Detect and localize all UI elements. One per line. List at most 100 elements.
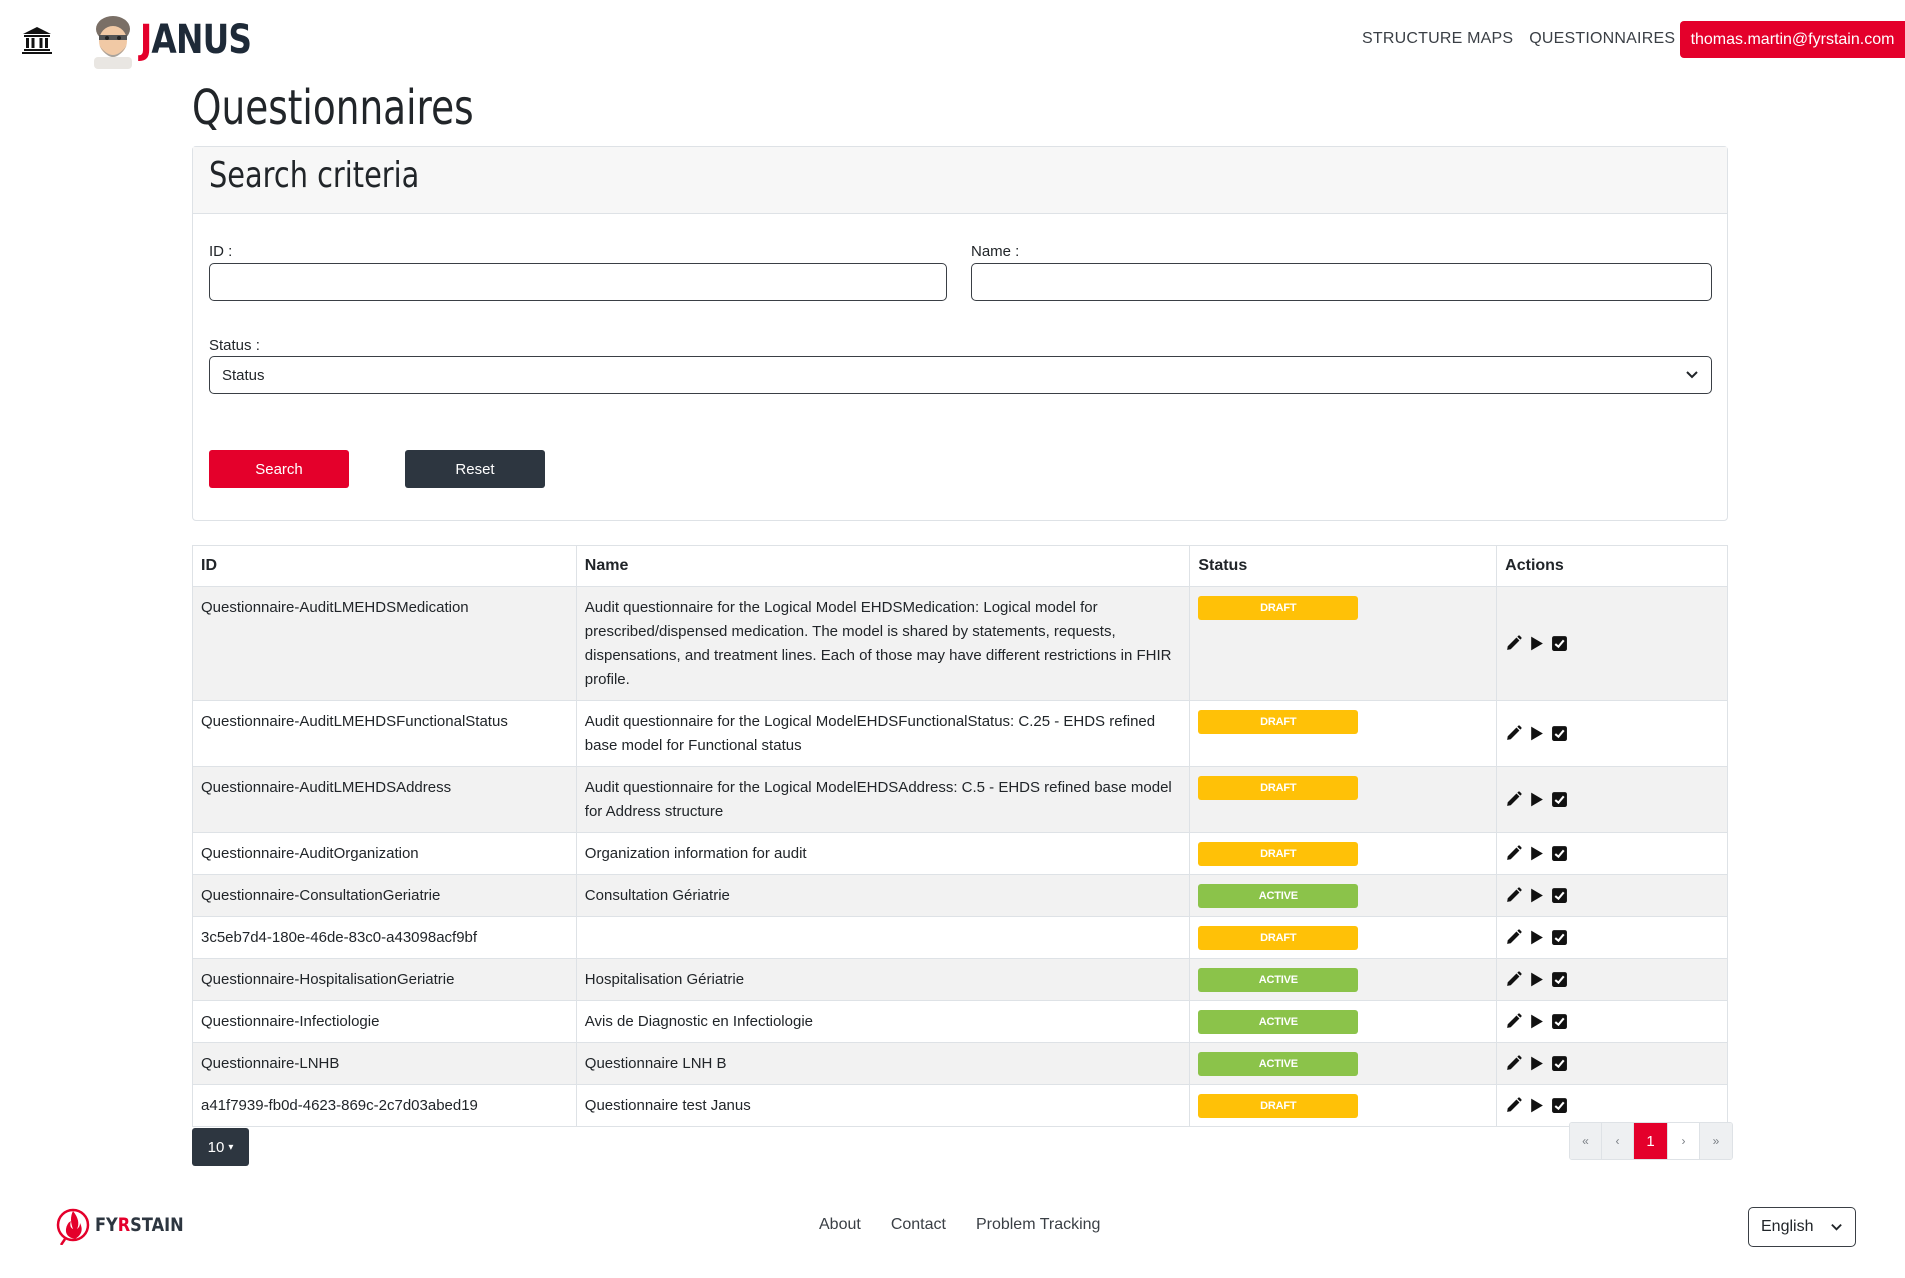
header-status[interactable]: Status [1189,545,1498,587]
cell-actions [1496,958,1728,1001]
first-page-button[interactable]: « [1570,1123,1602,1159]
chevron-down-icon [1686,371,1698,379]
search-button[interactable]: Search [209,450,349,488]
fyrstain-logo[interactable]: FYRSTAIN [55,1205,199,1245]
table-row: Questionnaire-AuditLMEHDSFunctionalStatu… [192,700,1728,767]
play-icon[interactable] [1528,1055,1545,1072]
name-label: Name : [971,243,1020,260]
cell-status: ACTIVE [1189,958,1498,1001]
pencil-icon[interactable] [1505,635,1522,652]
cell-actions [1496,1042,1728,1085]
pencil-icon[interactable] [1505,845,1522,862]
table-row: Questionnaire-Infectiologie Avis de Diagn… [192,1000,1728,1043]
cell-name [575,916,1191,959]
cell-name: Consultation Gériatrie [575,874,1191,917]
janus-logo[interactable]: JANUS [90,10,276,70]
table-row: Questionnaire-AuditOrganization Organizat… [192,832,1728,875]
play-icon[interactable] [1528,971,1545,988]
pencil-icon[interactable] [1505,1055,1522,1072]
prev-page-button[interactable]: ‹ [1602,1123,1634,1159]
play-icon[interactable] [1528,845,1545,862]
checkbox-icon[interactable] [1551,1097,1568,1114]
cell-name: Audit questionnaire for the Logical Mode… [575,700,1191,767]
user-menu-button[interactable]: thomas.martin@fyrstain.com [1680,21,1905,58]
table-row: Questionnaire-AuditLMEHDSMedication Audit… [192,586,1728,701]
cell-id: 3c5eb7d4-180e-46de-83c0-a43098acf9bf [192,916,577,959]
name-input[interactable] [971,263,1712,301]
play-icon[interactable] [1528,1013,1545,1030]
cell-actions [1496,1084,1728,1127]
reset-button[interactable]: Reset [405,450,545,488]
footer-about-link[interactable]: About [819,1216,861,1234]
row-actions [1505,1097,1719,1114]
play-icon[interactable] [1528,1097,1545,1114]
table-row: Questionnaire-AuditLMEHDSAddress Audit qu… [192,766,1728,833]
cell-actions [1496,586,1728,701]
footer-contact-link[interactable]: Contact [891,1216,946,1234]
checkbox-icon[interactable] [1551,791,1568,808]
cell-status: ACTIVE [1189,1000,1498,1043]
footer-problem-tracking-link[interactable]: Problem Tracking [976,1216,1101,1234]
nav-structure-maps[interactable]: STRUCTURE MAPS [1362,30,1513,48]
table-row: Questionnaire-LNHB Questionnaire LNH B ACT… [192,1042,1728,1085]
row-actions [1505,1055,1719,1072]
pencil-icon[interactable] [1505,971,1522,988]
questionnaires-table: ID Name Status Actions Questionnaire-Aud… [192,545,1728,1127]
search-card-title: Search criteria [209,155,420,196]
checkbox-icon[interactable] [1551,845,1568,862]
nav-questionnaires[interactable]: QUESTIONNAIRES [1529,30,1675,48]
cell-status: ACTIVE [1189,1042,1498,1085]
pencil-icon[interactable] [1505,1013,1522,1030]
play-icon[interactable] [1528,929,1545,946]
footer-brand-name: FYRSTAIN [95,1214,184,1236]
row-actions [1505,971,1719,988]
current-page-button[interactable]: 1 [1634,1123,1668,1159]
id-input[interactable] [209,263,947,301]
cell-id: Questionnaire-AuditOrganization [192,832,577,875]
next-page-button[interactable]: › [1668,1123,1700,1159]
cell-id: Questionnaire-AuditLMEHDSMedication [192,586,577,701]
checkbox-icon[interactable] [1551,1013,1568,1030]
cell-name: Avis de Diagnostic en Infectiologie [575,1000,1191,1043]
cell-id: a41f7939-fb0d-4623-869c-2c7d03abed19 [192,1084,577,1127]
cell-id: Questionnaire-LNHB [192,1042,577,1085]
page-size-dropdown[interactable]: 10 ▾ [192,1128,249,1166]
row-actions [1505,929,1719,946]
pencil-icon[interactable] [1505,1097,1522,1114]
checkbox-icon[interactable] [1551,971,1568,988]
page-size-value: 10 [207,1138,225,1156]
header-name[interactable]: Name [575,545,1191,587]
status-badge: ACTIVE [1198,1010,1359,1034]
status-badge: ACTIVE [1198,1052,1359,1076]
pencil-icon[interactable] [1505,725,1522,742]
flame-icon [56,1208,90,1245]
language-select[interactable]: English [1748,1207,1856,1247]
pencil-icon[interactable] [1505,791,1522,808]
checkbox-icon[interactable] [1551,635,1568,652]
play-icon[interactable] [1528,635,1545,652]
checkbox-icon[interactable] [1551,725,1568,742]
cell-id: Questionnaire-AuditLMEHDSAddress [192,766,577,833]
navbar: JANUS STRUCTURE MAPS QUESTIONNAIRES thom… [0,0,1905,80]
cell-name: Organization information for audit [575,832,1191,875]
status-select[interactable]: Status [209,356,1712,394]
checkbox-icon[interactable] [1551,887,1568,904]
pencil-icon[interactable] [1505,887,1522,904]
status-badge: DRAFT [1198,776,1359,800]
caret-down-icon: ▾ [228,1141,234,1153]
row-actions [1505,1013,1719,1030]
chevron-down-icon [1831,1223,1842,1231]
cell-name: Questionnaire test Janus [575,1084,1191,1127]
play-icon[interactable] [1528,725,1545,742]
pencil-icon[interactable] [1505,929,1522,946]
bank-icon[interactable] [22,26,52,54]
header-id[interactable]: ID [192,545,577,587]
status-badge: DRAFT [1198,710,1359,734]
checkbox-icon[interactable] [1551,1055,1568,1072]
cell-status: DRAFT [1189,700,1498,767]
play-icon[interactable] [1528,887,1545,904]
checkbox-icon[interactable] [1551,929,1568,946]
play-icon[interactable] [1528,791,1545,808]
last-page-button[interactable]: » [1700,1123,1732,1159]
table-row: Questionnaire-ConsultationGeriatrie Consu… [192,874,1728,917]
